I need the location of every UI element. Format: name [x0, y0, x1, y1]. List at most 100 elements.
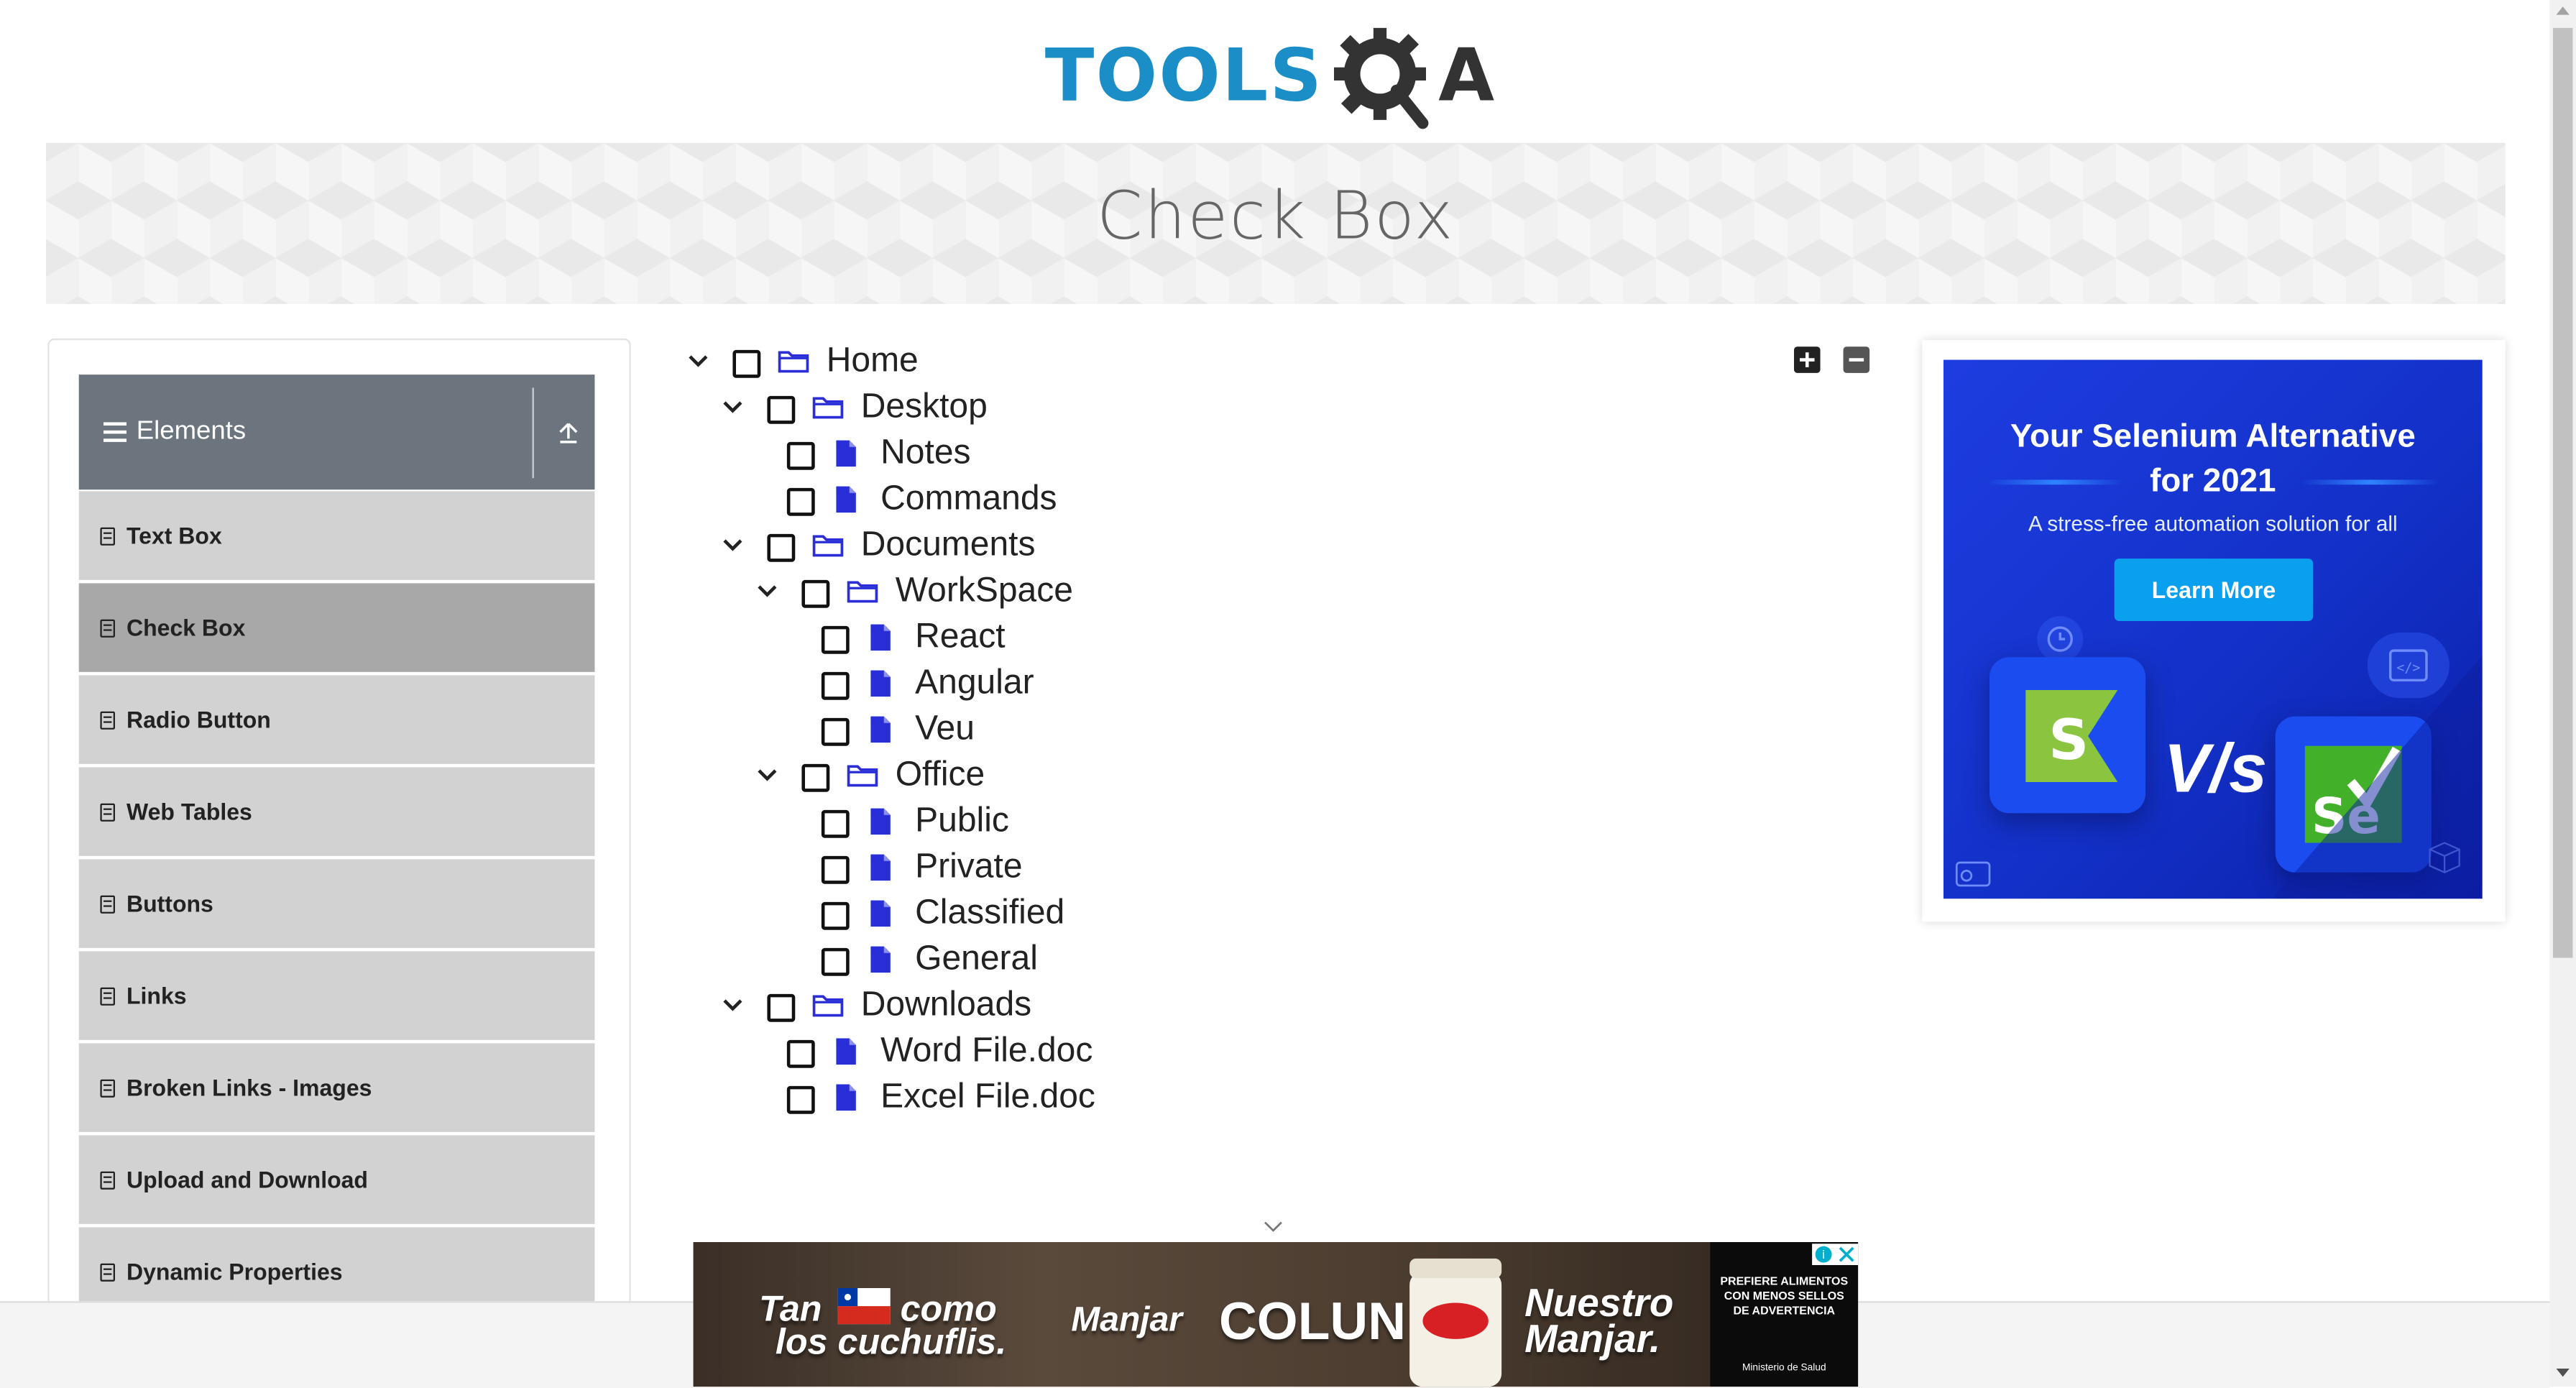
tree-node-label[interactable]: Public: [915, 801, 1009, 841]
list-icon: [100, 710, 115, 729]
chevron-down-icon[interactable]: [719, 395, 746, 421]
tree-node-label[interactable]: Word File.doc: [880, 1031, 1092, 1071]
tree-node-label[interactable]: Downloads: [861, 985, 1031, 1025]
list-icon: [100, 526, 115, 545]
tree-checkbox[interactable]: [767, 395, 796, 424]
vertical-scrollbar[interactable]: [2549, 0, 2576, 1387]
tree-node: Commands: [682, 478, 1832, 524]
ad-text-manjar: Manjar: [1071, 1301, 1182, 1339]
menu-item-links[interactable]: Links: [78, 951, 595, 1040]
page-title: Check Box: [1096, 179, 1455, 255]
tree-node-label[interactable]: Commands: [880, 479, 1057, 519]
toolsqa-logo[interactable]: TOOLS A: [1045, 19, 1494, 134]
tree-checkbox[interactable]: [767, 533, 796, 562]
tree-node: React: [682, 616, 1832, 662]
tree-node-label[interactable]: Home: [827, 341, 919, 381]
tree-node: Angular: [682, 662, 1832, 708]
warning-text: PREFIERE ALIMENTOS CON MENOS SELLOS DE A…: [1720, 1276, 1849, 1318]
file-icon: [870, 808, 891, 835]
tree-node-label[interactable]: React: [915, 617, 1005, 657]
ad-text-manjar-2: Manjar.: [1524, 1318, 1661, 1362]
file-icon: [870, 946, 891, 973]
chevron-down-icon[interactable]: [754, 763, 781, 789]
menu-item-radio-button[interactable]: Radio Button: [78, 675, 595, 764]
scroll-down-arrow-icon[interactable]: [2556, 1368, 2570, 1377]
chevron-down-icon[interactable]: [685, 349, 712, 375]
chevron-down-icon[interactable]: [719, 533, 746, 559]
tree-node-label[interactable]: Veu: [915, 709, 975, 749]
tree-checkbox[interactable]: [821, 717, 850, 746]
side-ad-container: Your Selenium Alternative for 2021 A str…: [1922, 340, 2506, 922]
tree-node-label[interactable]: Documents: [861, 525, 1036, 565]
tree-checkbox[interactable]: [801, 579, 830, 608]
header-divider: [532, 387, 534, 479]
hamburger-icon: [103, 422, 126, 442]
menu-item-check-box[interactable]: Check Box: [78, 583, 595, 672]
menu-item-web-tables[interactable]: Web Tables: [78, 767, 595, 856]
side-ad[interactable]: Your Selenium Alternative for 2021 A str…: [1943, 359, 2483, 899]
menu-item-upload-download[interactable]: Upload and Download: [78, 1135, 595, 1224]
tree-checkbox[interactable]: [821, 625, 850, 654]
menu-item-label: Radio Button: [126, 706, 271, 733]
ad-diagonal-shape: [2272, 655, 2483, 899]
chevron-down-icon[interactable]: [719, 993, 746, 1019]
tree-node-label[interactable]: Classified: [915, 893, 1064, 933]
tree-checkbox[interactable]: [786, 1085, 815, 1114]
tree-checkbox[interactable]: [786, 441, 815, 470]
tree-checkbox[interactable]: [767, 993, 796, 1022]
tree-node-label[interactable]: Notes: [880, 433, 970, 473]
file-icon: [870, 716, 891, 743]
elements-group-header[interactable]: Elements: [78, 374, 595, 490]
page-banner: Check Box: [45, 142, 2506, 304]
tree-node-label[interactable]: General: [915, 939, 1038, 979]
collapse-all-button[interactable]: [1843, 346, 1870, 373]
expand-all-button[interactable]: [1793, 346, 1821, 373]
adchoices-close-icon[interactable]: i: [1812, 1244, 1859, 1265]
menu-item-text-box[interactable]: Text Box: [78, 491, 595, 580]
tree-checkbox[interactable]: [821, 901, 850, 930]
tree-node-label[interactable]: Angular: [915, 663, 1034, 703]
gear-magnifier-icon: [1333, 27, 1428, 129]
tree-node: Home: [682, 340, 1832, 386]
tree-node-label[interactable]: Private: [915, 847, 1022, 887]
tree-node: General: [682, 938, 1832, 984]
list-icon: [100, 1262, 115, 1281]
tree-node: Word File.doc: [682, 1030, 1832, 1076]
ministry-text: Ministerio de Salud: [1742, 1364, 1826, 1374]
tree-checkbox[interactable]: [732, 349, 761, 378]
tree-node-label[interactable]: Office: [896, 755, 985, 795]
ad-text-cuchuflis: los cuchuflis.: [775, 1320, 1007, 1362]
folder-icon: [778, 351, 809, 373]
folder-icon: [812, 995, 844, 1017]
tree-node-label[interactable]: Desktop: [861, 387, 988, 427]
tree-checkbox[interactable]: [821, 809, 850, 838]
tree-checkbox[interactable]: [821, 855, 850, 884]
tree-node-label[interactable]: WorkSpace: [896, 571, 1073, 611]
scroll-up-arrow-icon[interactable]: [2556, 6, 2570, 15]
folder-icon: [812, 397, 844, 419]
tree-checkbox[interactable]: [786, 1039, 815, 1068]
menu-item-label: Web Tables: [126, 798, 252, 825]
tree-checkbox[interactable]: [821, 947, 850, 976]
tree-node: Desktop: [682, 386, 1832, 432]
chevron-down-icon[interactable]: [754, 579, 781, 605]
tree-checkbox[interactable]: [786, 487, 815, 516]
menu-item-label: Check Box: [126, 614, 246, 641]
chevron-down-icon[interactable]: [1264, 1219, 1283, 1236]
product-jar-icon: [1409, 1258, 1502, 1387]
menu-item-buttons[interactable]: Buttons: [78, 859, 595, 948]
tree-node: Office: [682, 754, 1832, 800]
bottom-banner-ad[interactable]: Tan como los cuchuflis. Manjar COLUN Nue…: [693, 1241, 1859, 1387]
collapse-up-icon[interactable]: [556, 419, 582, 446]
file-icon: [870, 854, 891, 881]
list-icon: [100, 986, 115, 1005]
tree-checkbox[interactable]: [821, 671, 850, 700]
menu-item-broken-links[interactable]: Broken Links - Images: [78, 1043, 595, 1132]
tree-checkbox[interactable]: [801, 763, 830, 792]
tree-node-label[interactable]: Excel File.doc: [880, 1077, 1095, 1117]
page: TOOLS A Check Box Elements Text Box Chec…: [0, 0, 2576, 1388]
menu-item-label: Upload and Download: [126, 1166, 368, 1193]
tree-node: WorkSpace: [682, 570, 1832, 616]
tree-node: Public: [682, 800, 1832, 846]
scrollbar-thumb[interactable]: [2552, 27, 2573, 958]
